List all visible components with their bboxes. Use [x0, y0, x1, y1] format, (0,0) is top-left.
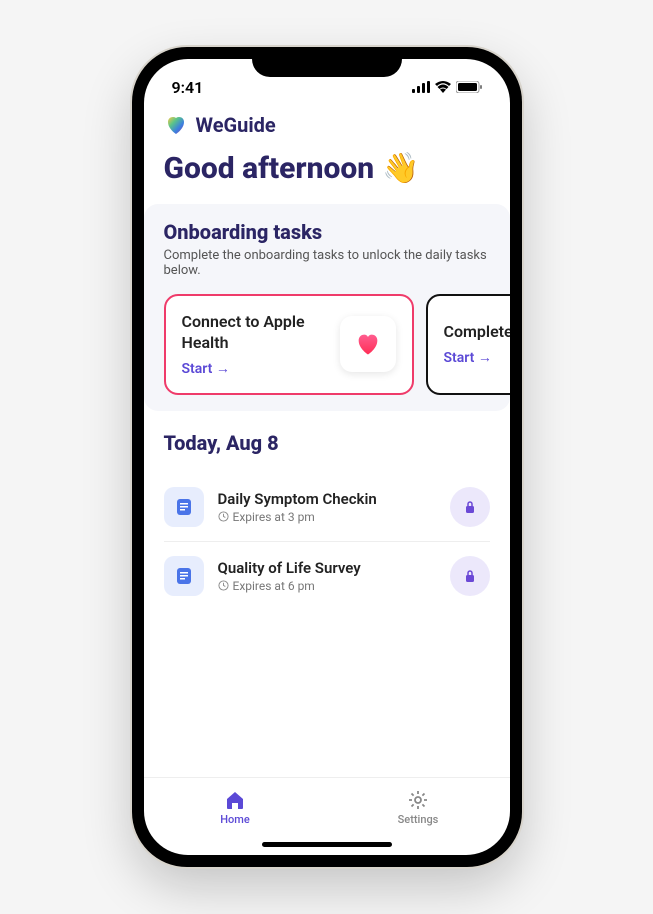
task-meta: Expires at 6 pm	[218, 579, 436, 593]
card-title: Complete eConsent	[444, 322, 510, 343]
card-start-link[interactable]: Start →	[182, 360, 328, 377]
phone-screen: 9:41	[144, 59, 510, 855]
phone-frame: 9:41	[132, 47, 522, 867]
tab-settings[interactable]: Settings	[327, 778, 510, 837]
document-icon	[164, 556, 204, 596]
lock-badge	[450, 556, 490, 596]
heart-icon	[340, 316, 396, 372]
wave-icon: 👋	[382, 151, 419, 186]
document-icon	[164, 487, 204, 527]
tab-home[interactable]: Home	[144, 778, 327, 837]
task-expires: Expires at 3 pm	[233, 510, 315, 524]
onboarding-card-apple-health[interactable]: Connect to Apple Health Start →	[164, 294, 414, 395]
lock-icon	[463, 569, 477, 583]
app-logo-icon	[164, 113, 188, 137]
onboarding-section: Onboarding tasks Complete the onboarding…	[144, 204, 510, 411]
content: WeGuide Good afternoon 👋 Onboarding task…	[144, 107, 510, 777]
greeting-text: Good afternoon	[164, 151, 375, 186]
onboarding-subtitle: Complete the onboarding tasks to unlock …	[164, 248, 510, 278]
clock-icon	[218, 580, 229, 591]
app-name: WeGuide	[196, 113, 276, 137]
status-icons	[412, 81, 482, 93]
onboarding-title: Onboarding tasks	[164, 220, 510, 244]
task-row[interactable]: Daily Symptom Checkin Expires at 3 pm	[164, 473, 490, 542]
task-title: Daily Symptom Checkin	[218, 490, 436, 508]
gear-icon	[407, 789, 429, 811]
cellular-icon	[412, 81, 430, 93]
task-row[interactable]: Quality of Life Survey Expires at 6 pm	[164, 542, 490, 610]
today-title: Today, Aug 8	[164, 431, 490, 455]
tab-label: Home	[220, 813, 250, 826]
app-header: WeGuide	[164, 113, 490, 137]
battery-icon	[456, 81, 482, 93]
status-time: 9:41	[172, 78, 204, 97]
onboarding-card-econsent[interactable]: Complete eConsent Start →	[426, 294, 510, 395]
lock-badge	[450, 487, 490, 527]
wifi-icon	[435, 81, 451, 93]
card-start-link[interactable]: Start →	[444, 349, 510, 366]
task-meta: Expires at 3 pm	[218, 510, 436, 524]
task-title: Quality of Life Survey	[218, 559, 436, 577]
greeting: Good afternoon 👋	[164, 151, 490, 186]
task-expires: Expires at 6 pm	[233, 579, 315, 593]
lock-icon	[463, 500, 477, 514]
tab-label: Settings	[398, 813, 439, 826]
home-icon	[224, 789, 246, 811]
home-indicator[interactable]	[262, 842, 392, 847]
onboarding-cards[interactable]: Connect to Apple Health Start → Complete…	[164, 294, 510, 395]
clock-icon	[218, 511, 229, 522]
card-title: Connect to Apple Health	[182, 312, 328, 354]
notch	[252, 47, 402, 77]
